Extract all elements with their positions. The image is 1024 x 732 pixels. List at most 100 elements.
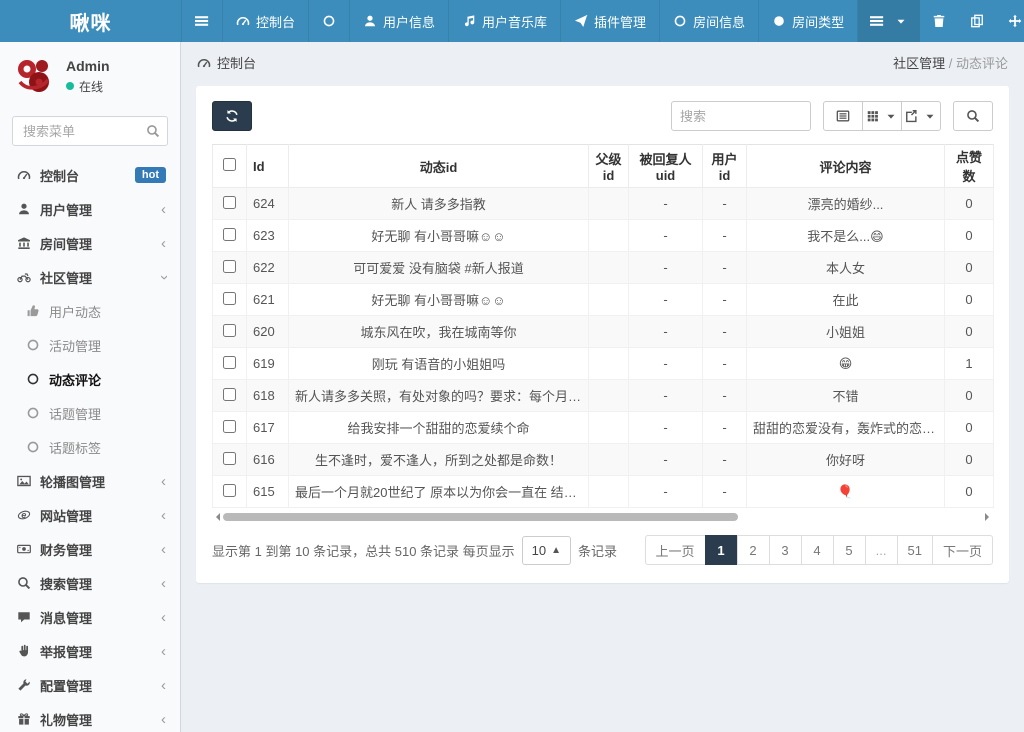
- column-header[interactable]: 父级id: [589, 145, 629, 188]
- pagination-summary-prefix: 显示第 1 到第 10 条记录，总共 510 条记录 每页显示: [212, 541, 515, 560]
- row-checkbox[interactable]: [223, 324, 236, 337]
- cell-parent: [589, 348, 629, 380]
- page-size-value: 10: [532, 543, 546, 558]
- cell-comment: 你好呀: [747, 444, 945, 476]
- svg-text:e: e: [21, 510, 26, 520]
- row-checkbox[interactable]: [223, 356, 236, 369]
- column-header[interactable]: Id: [247, 145, 289, 188]
- breadcrumb-left-label[interactable]: 控制台: [217, 53, 256, 72]
- sidebar-item-message-mgmt[interactable]: 消息管理‹: [0, 600, 180, 634]
- sidebar-item-report-mgmt[interactable]: 举报管理‹: [0, 634, 180, 668]
- next-page-button[interactable]: 下一页: [932, 535, 993, 565]
- select-all-checkbox[interactable]: [223, 158, 236, 171]
- row-checkbox[interactable]: [223, 260, 236, 273]
- page-button-51[interactable]: 51: [897, 535, 933, 565]
- sidebar-item-room-mgmt[interactable]: 房间管理‹: [0, 226, 180, 260]
- scroll-right-arrow-icon[interactable]: [985, 513, 993, 521]
- page-size-dropdown[interactable]: 10 ▲: [522, 536, 571, 565]
- row-checkbox[interactable]: [223, 228, 236, 241]
- cell-id: 617: [247, 412, 289, 444]
- nav-item-sidebar-toggle[interactable]: [181, 0, 222, 42]
- column-header[interactable]: 点赞数: [945, 145, 994, 188]
- cell-likes: 0: [945, 380, 994, 412]
- cell-post: 生不逢时，爱不逢人，所到之处都是命数！: [289, 444, 589, 476]
- sidebar-item-gift-mgmt[interactable]: 礼物管理‹: [0, 702, 180, 732]
- nav-item-user-music[interactable]: 用户音乐库: [448, 0, 560, 42]
- user-name: Admin: [66, 58, 110, 74]
- row-checkbox[interactable]: [223, 388, 236, 401]
- circle-o-icon: [673, 14, 687, 28]
- sidebar-item-activity-mgmt[interactable]: 活动管理: [0, 328, 180, 362]
- search-button[interactable]: [953, 101, 993, 131]
- sidebar-item-topic-tags[interactable]: 话题标签: [0, 430, 180, 464]
- row-checkbox[interactable]: [223, 196, 236, 209]
- pagination-toggle-button[interactable]: [823, 101, 863, 131]
- circle-o-icon: [24, 372, 42, 386]
- cell-post: 新人请多多关照，有处对象的吗？要求：每个月都要给我买礼物🎁: [289, 380, 589, 412]
- scroll-left-arrow-icon[interactable]: [212, 513, 220, 521]
- page-button-5[interactable]: 5: [833, 535, 866, 565]
- column-header[interactable]: 动态id: [289, 145, 589, 188]
- nav-item-user-info[interactable]: 用户信息: [349, 0, 448, 42]
- nav-item-menu-dropdown[interactable]: [858, 0, 920, 42]
- row-checkbox[interactable]: [223, 452, 236, 465]
- nav-item-room-info[interactable]: 房间信息: [659, 0, 758, 42]
- sidebar-item-search-mgmt[interactable]: 搜索管理‹: [0, 566, 180, 600]
- horizontal-scrollbar[interactable]: [212, 511, 993, 523]
- circle-icon: [772, 14, 786, 28]
- cell-id: 623: [247, 220, 289, 252]
- columns-button[interactable]: [862, 101, 902, 131]
- nav-item-fullscreen[interactable]: [996, 0, 1024, 42]
- sidebar-item-user-mgmt[interactable]: 用户管理‹: [0, 192, 180, 226]
- nav-item-copy[interactable]: [958, 0, 996, 42]
- prev-page-button[interactable]: 上一页: [645, 535, 706, 565]
- chevron-left-icon: ‹: [161, 202, 166, 217]
- cell-post: 好无聊 有小哥哥嘛☺☺: [289, 220, 589, 252]
- cell-id: 618: [247, 380, 289, 412]
- user-avatar[interactable]: [12, 54, 56, 98]
- sidebar-item-feed-comments[interactable]: 动态评论: [0, 362, 180, 396]
- main-content: 控制台 社区管理 / 动态评论: [181, 42, 1024, 732]
- column-header[interactable]: 评论内容: [747, 145, 945, 188]
- table-search-input[interactable]: [671, 101, 811, 131]
- sidebar-item-community-mgmt[interactable]: 社区管理‹: [0, 260, 180, 294]
- nav-item-plugin-mgmt[interactable]: 插件管理: [560, 0, 659, 42]
- page-button-3[interactable]: 3: [769, 535, 802, 565]
- sidebar-item-config-mgmt[interactable]: 配置管理‹: [0, 668, 180, 702]
- row-checkbox[interactable]: [223, 292, 236, 305]
- nav-item-label: 控制台: [256, 12, 295, 31]
- column-header[interactable]: 被回复人uid: [629, 145, 703, 188]
- brand-logo[interactable]: 啾咪: [0, 0, 181, 42]
- refresh-button[interactable]: [212, 101, 252, 131]
- image-icon: [14, 474, 34, 488]
- checkbox-cell: [213, 380, 247, 412]
- scrollbar-thumb[interactable]: [223, 513, 738, 521]
- dashboard-icon: [14, 168, 34, 182]
- page-button-2[interactable]: 2: [737, 535, 770, 565]
- sidebar-item-site-mgmt[interactable]: e网站管理‹: [0, 498, 180, 532]
- sidebar-item-user-feed[interactable]: 用户动态: [0, 294, 180, 328]
- breadcrumb-section[interactable]: 社区管理: [893, 56, 945, 71]
- circle-o-icon: [24, 406, 42, 420]
- row-checkbox[interactable]: [223, 420, 236, 433]
- cell-likes: 0: [945, 316, 994, 348]
- sidebar-item-topic-mgmt[interactable]: 话题管理: [0, 396, 180, 430]
- nav-item-trash[interactable]: [920, 0, 958, 42]
- cell-reply_uid: -: [629, 380, 703, 412]
- sidebar-item-banner-mgmt[interactable]: 轮播图管理‹: [0, 464, 180, 498]
- cell-reply_uid: -: [629, 348, 703, 380]
- page-button-4[interactable]: 4: [801, 535, 834, 565]
- export-button[interactable]: [901, 101, 941, 131]
- sidebar-search-input[interactable]: [12, 116, 168, 146]
- row-checkbox[interactable]: [223, 484, 236, 497]
- user-status-label: 在线: [79, 78, 103, 95]
- nav-item-console[interactable]: 控制台: [222, 0, 308, 42]
- cell-likes: 0: [945, 412, 994, 444]
- nav-item-circle-item[interactable]: [308, 0, 349, 42]
- search-icon: [146, 124, 160, 138]
- column-header[interactable]: 用户id: [703, 145, 747, 188]
- sidebar-item-console[interactable]: 控制台hot: [0, 158, 180, 192]
- nav-item-room-type[interactable]: 房间类型: [758, 0, 858, 42]
- page-button-1[interactable]: 1: [705, 535, 738, 565]
- sidebar-item-finance-mgmt[interactable]: 财务管理‹: [0, 532, 180, 566]
